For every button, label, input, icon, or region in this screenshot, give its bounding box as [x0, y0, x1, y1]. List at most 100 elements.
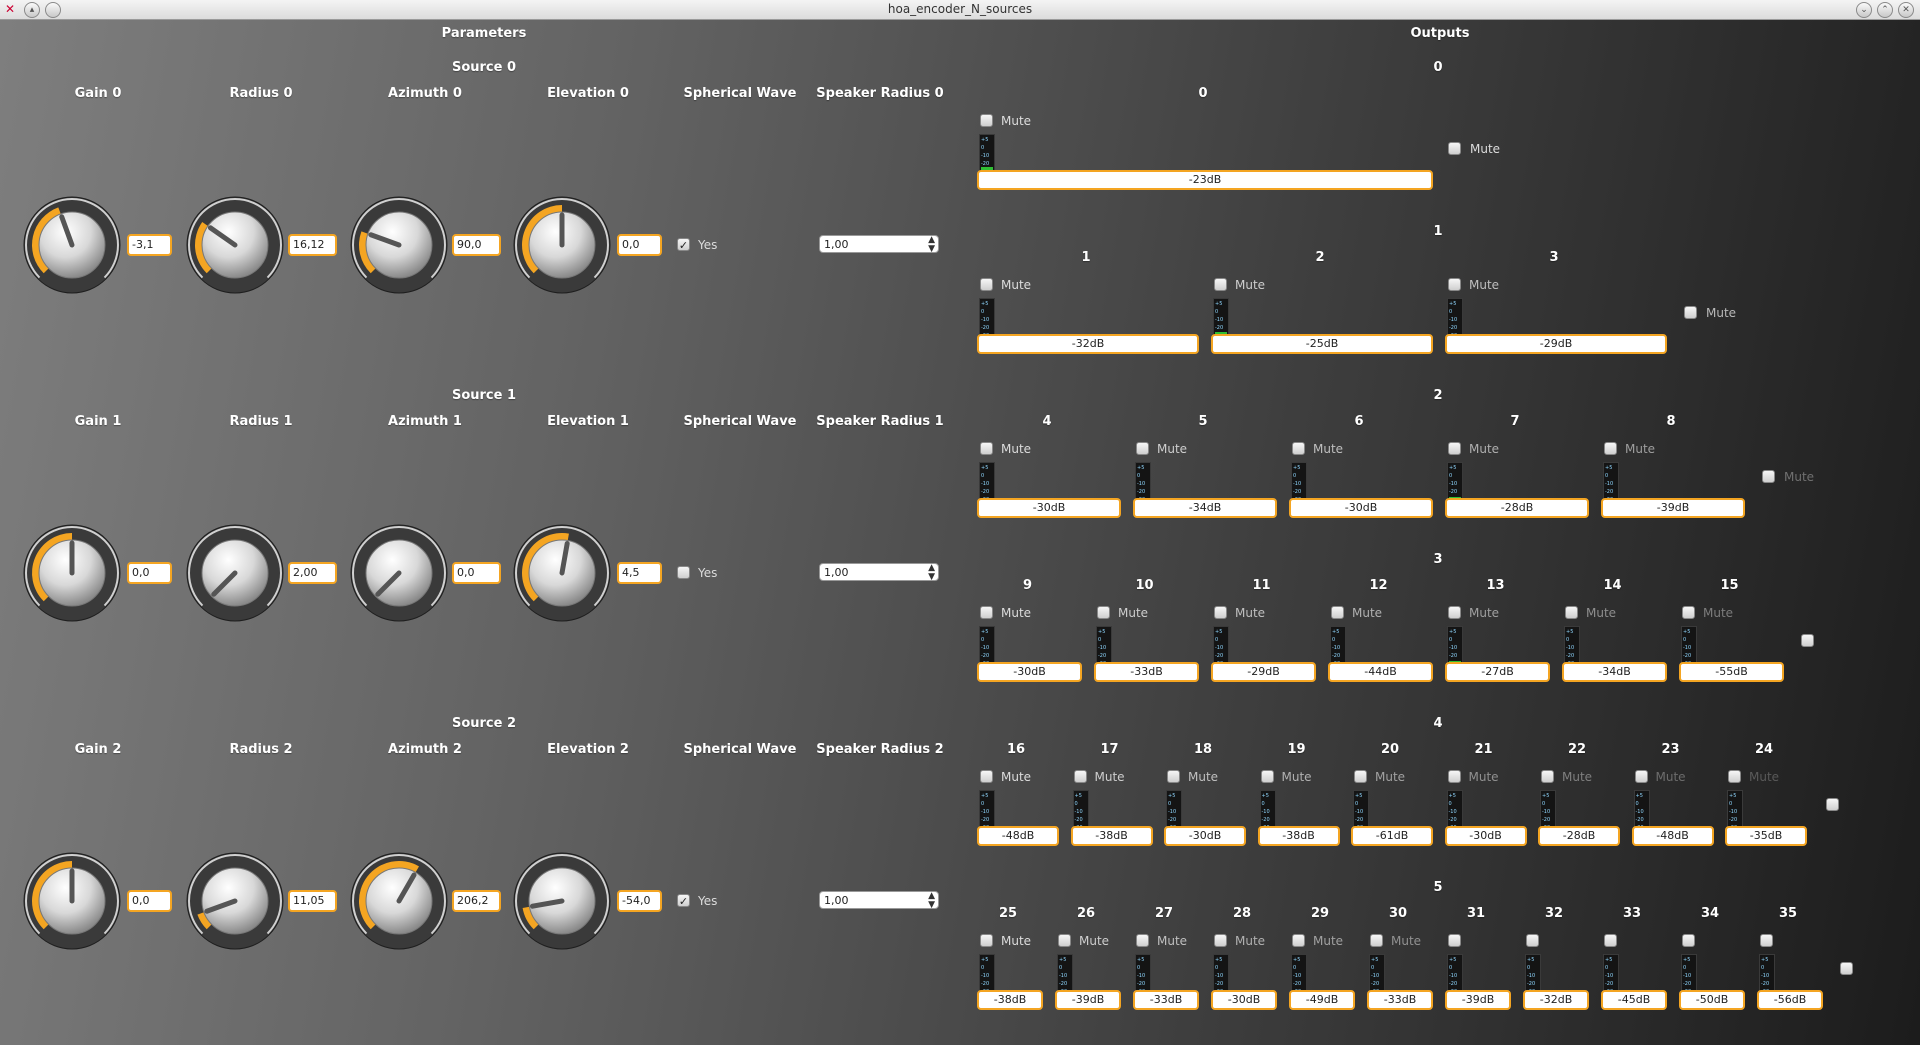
group-mute-checkbox[interactable] — [1762, 470, 1775, 483]
channel-mute-checkbox[interactable] — [1541, 770, 1554, 783]
channel-mute-checkbox[interactable] — [980, 442, 993, 455]
close-icon[interactable]: ✕ — [1898, 2, 1914, 18]
channel-db-value[interactable]: -39dB — [1055, 990, 1121, 1010]
minimize-icon[interactable]: ⌄ — [1856, 2, 1872, 18]
azimuth-value-field[interactable]: 0,0 — [452, 562, 501, 584]
channel-db-value[interactable]: -50dB — [1679, 990, 1745, 1010]
channel-mute-checkbox[interactable] — [1331, 606, 1344, 619]
gain-knob-2[interactable] — [21, 850, 123, 952]
channel-db-value[interactable]: -30dB — [1164, 826, 1246, 846]
radius-value-field[interactable]: 11,05 — [288, 890, 337, 912]
speaker-radius-spinbox[interactable]: 1,00 ▲ ▼ — [819, 891, 939, 910]
radius-value-field[interactable]: 2,00 — [288, 562, 337, 584]
channel-db-value[interactable]: -45dB — [1601, 990, 1667, 1010]
channel-mute-checkbox[interactable] — [1682, 606, 1695, 619]
radius-value-field[interactable]: 16,12 — [288, 234, 337, 256]
group-mute-checkbox[interactable] — [1448, 142, 1461, 155]
azimuth-knob-2[interactable] — [348, 850, 450, 952]
spherical-wave-checkbox[interactable] — [677, 566, 690, 579]
channel-mute-checkbox[interactable] — [1604, 442, 1617, 455]
channel-mute-checkbox[interactable] — [1448, 606, 1461, 619]
channel-mute-checkbox[interactable] — [1760, 934, 1773, 947]
channel-mute-checkbox[interactable] — [1682, 934, 1695, 947]
channel-mute-checkbox[interactable] — [980, 770, 993, 783]
gain-value-field[interactable]: -3,1 — [127, 234, 172, 256]
channel-mute-checkbox[interactable] — [980, 934, 993, 947]
channel-db-value[interactable]: -28dB — [1538, 826, 1620, 846]
channel-mute-checkbox[interactable] — [1604, 934, 1617, 947]
channel-mute-checkbox[interactable] — [1728, 770, 1741, 783]
elevation-knob-0[interactable] — [511, 194, 613, 296]
channel-db-value[interactable]: -56dB — [1757, 990, 1823, 1010]
channel-db-value[interactable]: -30dB — [1444, 826, 1527, 846]
spin-arrows-icon[interactable]: ▲ ▼ — [928, 892, 935, 910]
group-mute-checkbox[interactable] — [1826, 798, 1839, 811]
channel-mute-checkbox[interactable] — [1167, 770, 1180, 783]
gain-value-field[interactable]: 0,0 — [127, 890, 172, 912]
channel-db-value[interactable]: -30dB — [977, 662, 1082, 682]
speaker-radius-spinbox[interactable]: 1,00 ▲ ▼ — [819, 235, 939, 254]
channel-db-value[interactable]: -25dB — [1211, 334, 1433, 354]
elevation-value-field[interactable]: 0,0 — [617, 234, 662, 256]
elevation-value-field[interactable]: 4,5 — [617, 562, 662, 584]
gain-value-field[interactable]: 0,0 — [127, 562, 172, 584]
radius-knob-1[interactable] — [184, 522, 286, 624]
channel-mute-checkbox[interactable] — [1097, 606, 1110, 619]
channel-mute-checkbox[interactable] — [1214, 278, 1227, 291]
channel-db-value[interactable]: -38dB — [1257, 826, 1340, 846]
gain-knob-1[interactable] — [21, 522, 123, 624]
azimuth-value-field[interactable]: 206,2 — [452, 890, 501, 912]
channel-mute-checkbox[interactable] — [980, 114, 993, 127]
channel-db-value[interactable]: -34dB — [1562, 662, 1667, 682]
azimuth-knob-1[interactable] — [348, 522, 450, 624]
channel-db-value[interactable]: -32dB — [1523, 990, 1589, 1010]
gain-knob-0[interactable] — [21, 194, 123, 296]
channel-mute-checkbox[interactable] — [1058, 934, 1071, 947]
channel-mute-checkbox[interactable] — [1260, 770, 1274, 783]
channel-db-value[interactable]: -39dB — [1601, 498, 1745, 518]
channel-mute-checkbox[interactable] — [1136, 934, 1149, 947]
maximize-icon[interactable]: ⌃ — [1877, 2, 1893, 18]
channel-mute-checkbox[interactable] — [1565, 606, 1578, 619]
elevation-knob-1[interactable] — [511, 522, 613, 624]
radius-knob-0[interactable] — [184, 194, 286, 296]
channel-mute-checkbox[interactable] — [1448, 278, 1461, 291]
channel-db-value[interactable]: -38dB — [1070, 826, 1153, 846]
channel-db-value[interactable]: -33dB — [1133, 990, 1199, 1010]
channel-mute-checkbox[interactable] — [1292, 442, 1305, 455]
channel-db-value[interactable]: -28dB — [1445, 498, 1589, 518]
azimuth-value-field[interactable]: 90,0 — [452, 234, 501, 256]
channel-db-value[interactable]: -29dB — [1211, 662, 1316, 682]
channel-db-value[interactable]: -35dB — [1725, 826, 1807, 846]
group-mute-checkbox[interactable] — [1801, 634, 1814, 647]
radius-knob-2[interactable] — [184, 850, 286, 952]
channel-mute-checkbox[interactable] — [1448, 934, 1461, 947]
channel-db-value[interactable]: -23dB — [977, 170, 1433, 190]
group-mute-checkbox[interactable] — [1684, 306, 1697, 319]
channel-db-value[interactable]: -48dB — [1631, 826, 1714, 846]
channel-db-value[interactable]: -30dB — [1211, 990, 1277, 1010]
channel-mute-checkbox[interactable] — [1354, 770, 1367, 783]
spin-arrows-icon[interactable]: ▲ ▼ — [928, 564, 935, 582]
channel-mute-checkbox[interactable] — [1634, 770, 1648, 783]
channel-mute-checkbox[interactable] — [980, 278, 993, 291]
channel-db-value[interactable]: -32dB — [977, 334, 1199, 354]
channel-mute-checkbox[interactable] — [1136, 442, 1149, 455]
channel-mute-checkbox[interactable] — [1214, 934, 1227, 947]
spin-arrows-icon[interactable]: ▲ ▼ — [928, 236, 935, 254]
channel-db-value[interactable]: -29dB — [1445, 334, 1667, 354]
channel-db-value[interactable]: -27dB — [1445, 662, 1550, 682]
channel-mute-checkbox[interactable] — [1292, 934, 1305, 947]
channel-db-value[interactable]: -30dB — [1289, 498, 1433, 518]
channel-db-value[interactable]: -33dB — [1367, 990, 1433, 1010]
channel-db-value[interactable]: -38dB — [977, 990, 1043, 1010]
channel-db-value[interactable]: -33dB — [1094, 662, 1199, 682]
channel-mute-checkbox[interactable] — [1448, 442, 1461, 455]
channel-db-value[interactable]: -49dB — [1289, 990, 1355, 1010]
group-mute-checkbox[interactable] — [1840, 962, 1853, 975]
channel-mute-checkbox[interactable] — [1526, 934, 1539, 947]
azimuth-knob-0[interactable] — [348, 194, 450, 296]
channel-db-value[interactable]: -48dB — [977, 826, 1059, 846]
speaker-radius-spinbox[interactable]: 1,00 ▲ ▼ — [819, 563, 939, 582]
spherical-wave-checkbox[interactable]: ✓ — [677, 238, 690, 252]
